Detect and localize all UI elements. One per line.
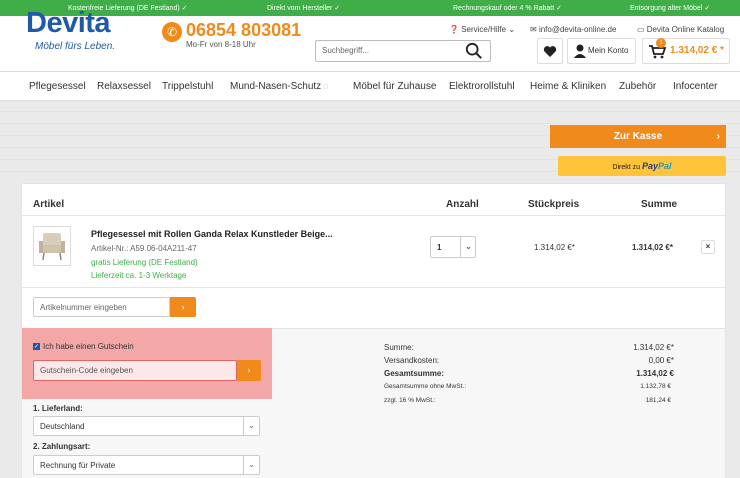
paypal-express-button[interactable]: Direkt zu PayPal: [558, 156, 726, 176]
unit-price: 1.314,02 €*: [534, 243, 575, 252]
product-name-link[interactable]: Pflegesessel mit Rollen Ganda Relax Kuns…: [91, 229, 333, 239]
chair-image: [39, 233, 65, 261]
chevron-down-icon: ⌄: [243, 456, 259, 474]
phone-icon: ✆: [162, 22, 182, 42]
divider: [22, 287, 725, 288]
voucher-checkbox[interactable]: ✓: [33, 343, 40, 350]
summary-label: Summe:: [384, 343, 414, 352]
chevron-down-icon: ⌄: [460, 237, 476, 257]
quantity-value: 1: [437, 243, 442, 252]
shipping-info: gratis Lieferung (DE Festland): [91, 258, 198, 267]
envelope-icon: ✉: [530, 25, 539, 34]
summary-value: 1.132,78 €: [640, 383, 671, 390]
checkout-label: Zur Kasse: [613, 131, 663, 142]
usp-item: Entsorgung alter Möbel ✓: [630, 5, 711, 12]
catalog-label: Devita Online Katalog: [646, 25, 725, 34]
header-article: Artikel: [33, 199, 65, 210]
summary-label: Versandkosten:: [384, 356, 440, 365]
paypal-logo-pay: Pay: [642, 161, 659, 171]
usp-item: Rechnungskauf oder 4 % Rabatt ✓: [453, 5, 562, 12]
summary-value: 181,24 €: [645, 397, 671, 404]
country-value: Deutschland: [40, 422, 85, 431]
nav-item-heime-kliniken[interactable]: Heime & Kliniken: [530, 81, 606, 92]
quantity-select[interactable]: 1 ⌄: [430, 236, 476, 258]
logo-tagline: Möbel fürs Leben.: [35, 41, 116, 52]
apply-voucher-button[interactable]: ›: [237, 360, 261, 381]
checkout-button[interactable]: Zur Kasse ›: [550, 125, 726, 148]
account-button[interactable]: Mein Konto: [567, 38, 636, 64]
add-article-button[interactable]: ›: [170, 297, 196, 317]
chevron-right-icon: ›: [247, 365, 251, 375]
product-thumbnail[interactable]: [33, 226, 71, 266]
summary-value: 0,00 €*: [648, 356, 674, 365]
paypal-logo-pal: Pal: [658, 161, 672, 171]
chevron-right-icon: ›: [181, 302, 185, 312]
nav-item-relaxsessel[interactable]: Relaxsessel: [97, 81, 151, 92]
header-qty: Anzahl: [446, 199, 479, 210]
summary-value: 1.314,02 €: [636, 369, 674, 378]
nav-item-moebel-fuer-zuhause[interactable]: Möbel für Zuhause: [353, 81, 436, 92]
country-label: 1. Lieferland:: [33, 404, 83, 413]
header-total: Summe: [641, 199, 678, 210]
nav-item-infocenter[interactable]: Infocenter: [673, 81, 717, 92]
summary-value: 1.314,02 €*: [633, 343, 674, 352]
close-icon: ×: [705, 242, 711, 251]
voucher-code-input[interactable]: Gutschein-Code eingeben: [33, 360, 237, 381]
summary-label: Gesamtsumme ohne MwSt.:: [384, 383, 466, 390]
chevron-down-icon: ⌄: [508, 25, 516, 34]
hotline-number[interactable]: 06854 803081: [186, 20, 301, 41]
remove-item-button[interactable]: ×: [701, 240, 715, 254]
cart-count-badge: 1: [656, 38, 666, 48]
usp-item: Direkt vom Hersteller ✓: [267, 5, 341, 12]
help-icon: ❓: [449, 25, 459, 34]
chevron-right-icon: ›: [716, 131, 720, 142]
user-icon: [574, 44, 586, 58]
book-icon: ▭: [637, 25, 647, 34]
chevron-down-icon: ⌄: [243, 417, 259, 435]
nav-item-mund-nasen-schutz[interactable]: Mund-Nasen-Schutz: [230, 81, 321, 92]
payment-select[interactable]: Rechnung für Private ⌄: [33, 455, 260, 475]
email-link[interactable]: ✉ info@devita-online.de: [530, 25, 616, 34]
payment-value: Rechnung für Private: [40, 461, 116, 470]
usp-bar: Kostenfreie Lieferung (DE Festland) ✓ Di…: [0, 0, 740, 16]
voucher-checkbox-label[interactable]: Ich habe einen Gutschein: [43, 342, 134, 351]
service-label: Service/Hilfe: [461, 25, 507, 34]
nav-item-zubehoer[interactable]: Zubehör: [619, 81, 656, 92]
catalog-link[interactable]: ▭ Devita Online Katalog: [637, 25, 724, 34]
divider: [22, 215, 725, 216]
paypal-logo: PayPal: [642, 161, 672, 171]
payment-label: 2. Zahlungsart:: [33, 442, 91, 451]
main-nav: Pflegesessel Relaxsessel Trippelstuhl Mu…: [0, 71, 740, 101]
header-unit-price: Stückpreis: [528, 199, 580, 210]
nav-item-pflegesessel[interactable]: Pflegesessel: [29, 81, 86, 92]
line-total: 1.314,02 €*: [632, 243, 673, 252]
service-menu[interactable]: ❓ Service/Hilfe ⌄: [449, 25, 515, 34]
email-label: info@devita-online.de: [538, 25, 617, 34]
heart-icon: [543, 46, 557, 57]
article-number: Artikel-Nr.: A59.06-04A211-47: [91, 244, 197, 253]
summary-label: Gesamtsumme:: [384, 369, 445, 378]
mask-icon: ◌: [323, 81, 329, 91]
wishlist-button[interactable]: [537, 38, 563, 64]
nav-item-trippelstuhl[interactable]: Trippelstuhl: [162, 81, 213, 92]
article-number-input[interactable]: Artikelnummer eingeben: [33, 297, 170, 317]
country-select[interactable]: Deutschland ⌄: [33, 416, 260, 436]
delivery-time: Lieferzeit ca. 1-3 Werktage: [91, 271, 187, 280]
logo[interactable]: Devita: [26, 7, 111, 40]
nav-item-elektrorollstuhl[interactable]: Elektrorollstuhl: [449, 81, 515, 92]
cart-amount: 1.314,02 € *: [670, 45, 724, 56]
account-label: Mein Konto: [588, 46, 629, 55]
hotline-hours: Mo-Fr von 8-18 Uhr: [186, 40, 256, 49]
search-icon[interactable]: [465, 42, 483, 60]
summary-label: zzgl. 16 % MwSt.:: [384, 397, 436, 404]
paypal-prefix: Direkt zu: [612, 164, 641, 171]
